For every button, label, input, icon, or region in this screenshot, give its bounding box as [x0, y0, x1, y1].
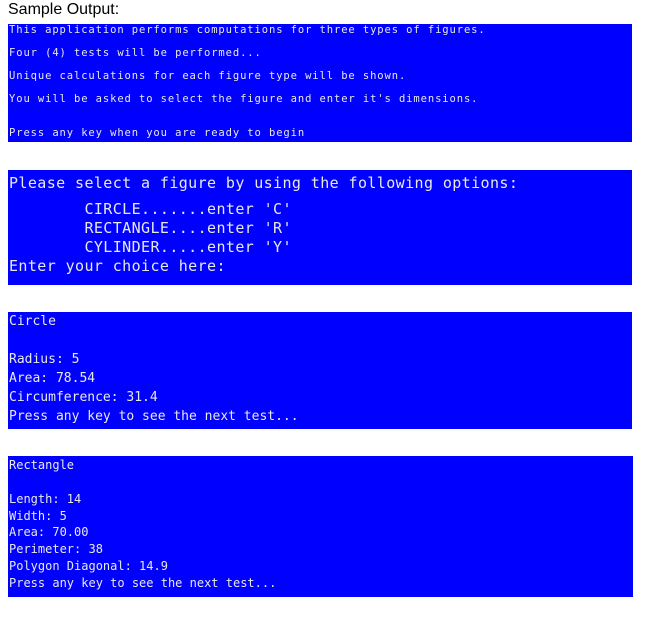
- rectangle-area: Area: 70.00: [9, 525, 89, 540]
- sample-output-heading: Sample Output:: [8, 1, 120, 18]
- rectangle-perimeter: Perimeter: 38: [9, 542, 103, 557]
- console-line: Unique calculations for each figure type…: [9, 70, 407, 82]
- menu-option-circle: CIRCLE.......enter 'C': [9, 200, 292, 218]
- rectangle-diagonal: Polygon Diagonal: 14.9: [9, 558, 168, 573]
- console-intro-panel: This application performs computations f…: [8, 24, 632, 142]
- console-circle-panel: Circle Radius: 5 Area: 78.54 Circumferen…: [8, 312, 632, 429]
- continue-prompt: Press any key to see the next test...: [9, 575, 277, 590]
- console-line: Press any key when you are ready to begi…: [9, 127, 306, 139]
- continue-prompt: Press any key to see the next test...: [9, 409, 299, 424]
- choice-prompt: Enter your choice here:: [9, 257, 226, 275]
- console-line: You will be asked to select the figure a…: [9, 93, 479, 105]
- circle-radius: Radius: 5: [9, 352, 80, 367]
- rectangle-width: Width: 5: [9, 508, 67, 523]
- menu-option-rectangle: RECTANGLE....enter 'R': [9, 219, 292, 237]
- circle-title: Circle: [9, 314, 56, 329]
- console-line: Four (4) tests will be performed...: [9, 47, 262, 59]
- menu-option-cylinder: CYLINDER.....enter 'Y': [9, 238, 292, 256]
- console-line: This application performs computations f…: [9, 24, 486, 36]
- circle-area: Area: 78.54: [9, 371, 96, 386]
- circle-circumference: Circumference: 31.4: [9, 390, 158, 405]
- rectangle-length: Length: 14: [9, 491, 82, 506]
- menu-title: Please select a figure by using the foll…: [9, 174, 519, 192]
- console-menu-panel: Please select a figure by using the foll…: [8, 170, 632, 285]
- console-rectangle-panel: Rectangle Length: 14 Width: 5 Area: 70.0…: [8, 456, 633, 597]
- rectangle-title: Rectangle: [9, 458, 75, 472]
